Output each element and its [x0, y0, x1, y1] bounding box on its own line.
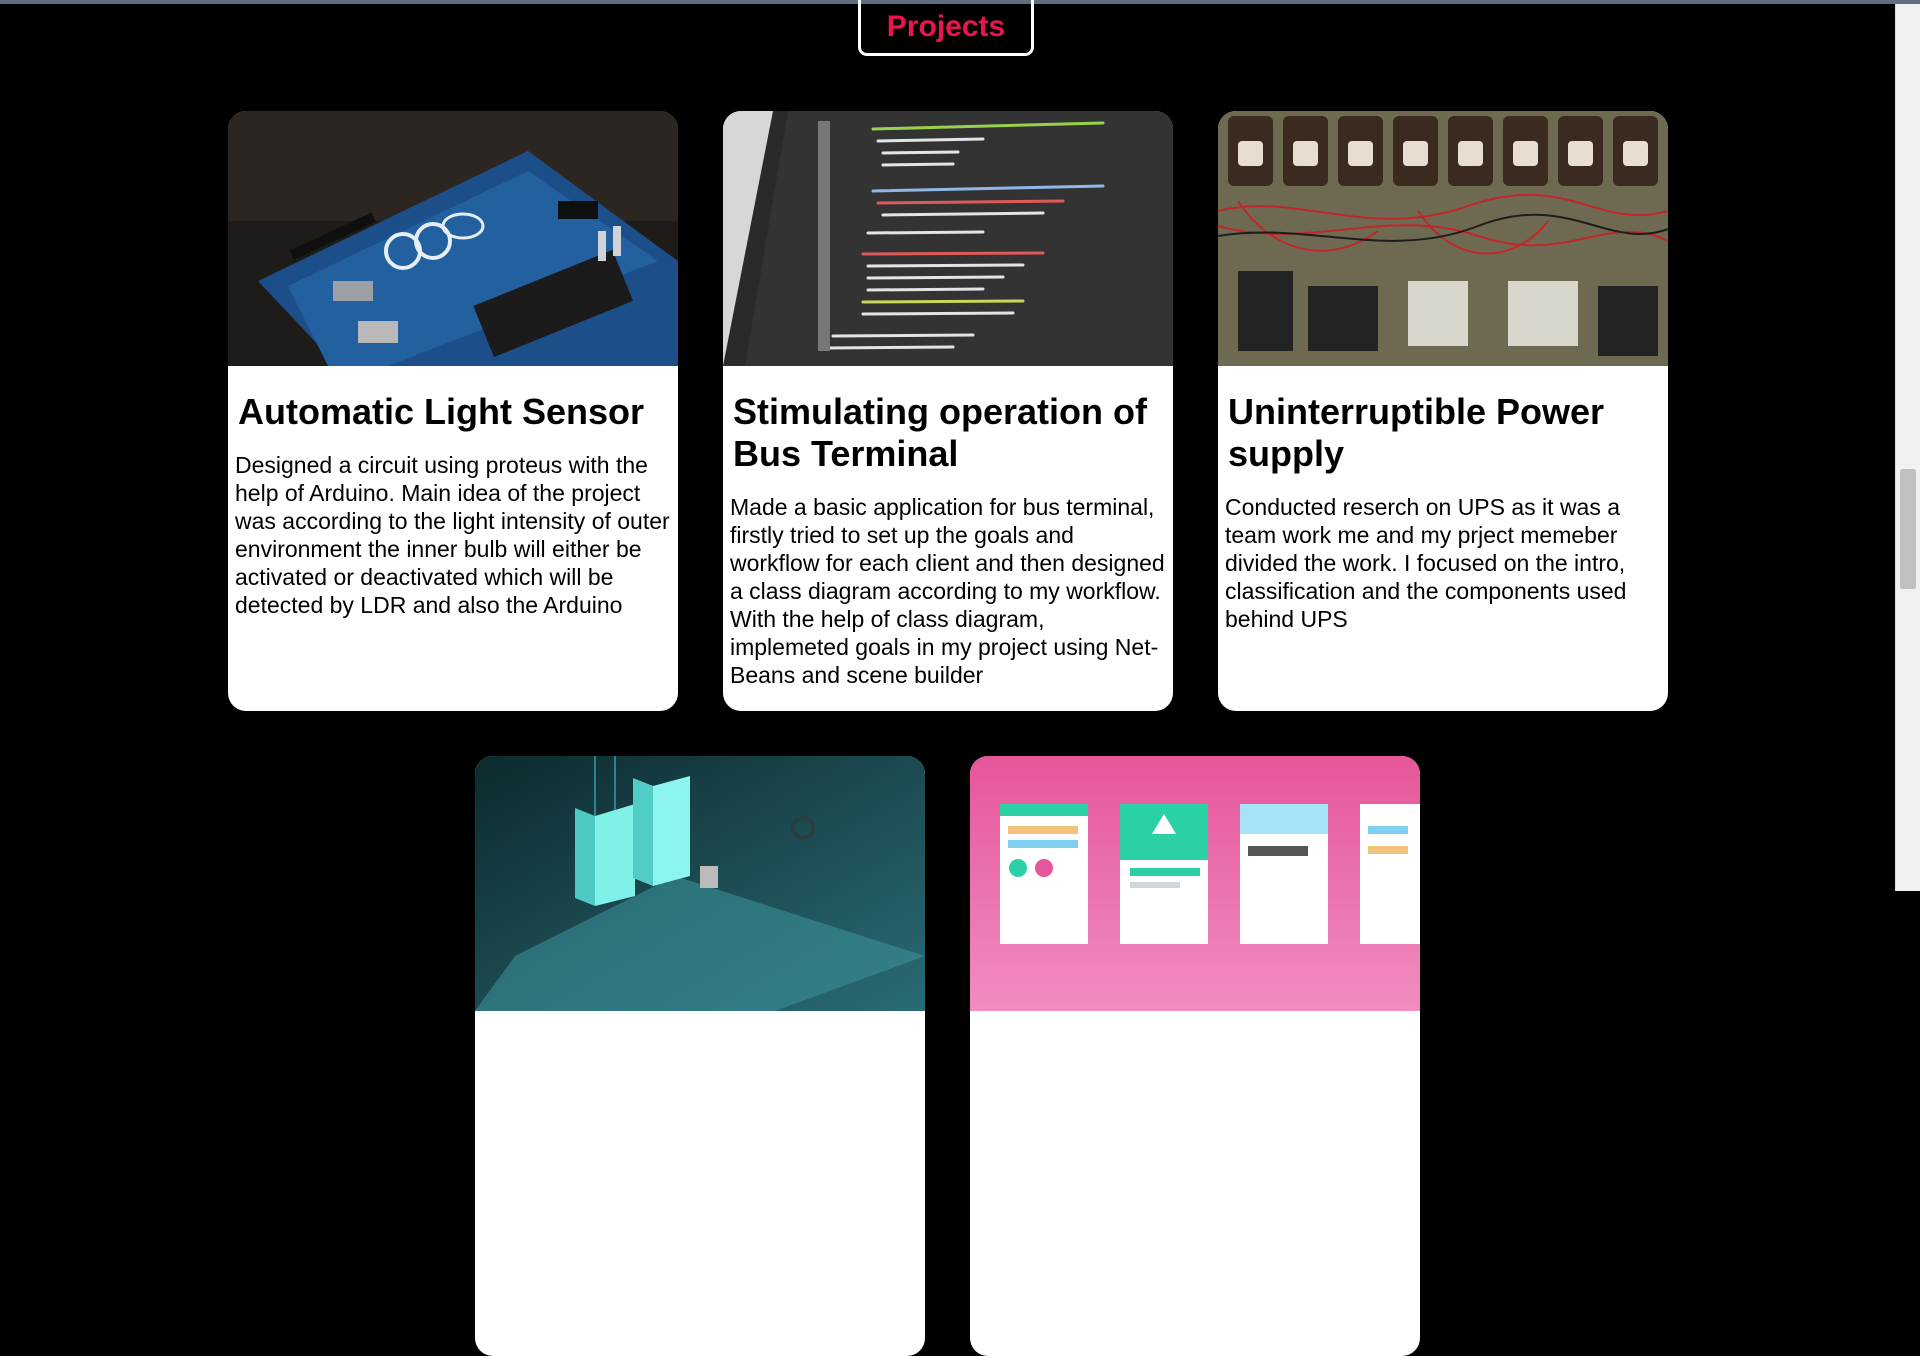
- project-title: Stimulating operation of Bus Terminal: [733, 391, 1147, 474]
- arduino-board-image: [228, 111, 678, 366]
- section-heading-projects: Projects: [858, 0, 1034, 56]
- project-card-ups[interactable]: Uninterruptible Power supply Conducted r…: [1218, 111, 1668, 711]
- project-card-mobile-app[interactable]: [970, 756, 1420, 1356]
- project-description: Designed a circuit using proteus with th…: [235, 452, 670, 618]
- project-description: Made a basic application for bus termina…: [730, 494, 1165, 688]
- project-card-light-sensor[interactable]: Automatic Light Sensor Designed a circui…: [228, 111, 678, 711]
- project-card-servers[interactable]: [475, 756, 925, 1356]
- project-card-bus-terminal[interactable]: Stimulating operation of Bus Terminal Ma…: [723, 111, 1173, 711]
- mobile-app-screens-image: [970, 756, 1420, 1011]
- electrical-panel-image: [1218, 111, 1668, 366]
- code-screen-image: [723, 111, 1173, 366]
- vertical-scrollbar[interactable]: [1895, 4, 1920, 891]
- project-title: Automatic Light Sensor: [238, 391, 645, 432]
- server-illustration-image: [475, 756, 925, 1011]
- scrollbar-thumb[interactable]: [1900, 469, 1916, 589]
- project-description: Conducted reserch on UPS as it was a tea…: [1225, 494, 1627, 632]
- project-title: Uninterruptible Power supply: [1228, 391, 1605, 474]
